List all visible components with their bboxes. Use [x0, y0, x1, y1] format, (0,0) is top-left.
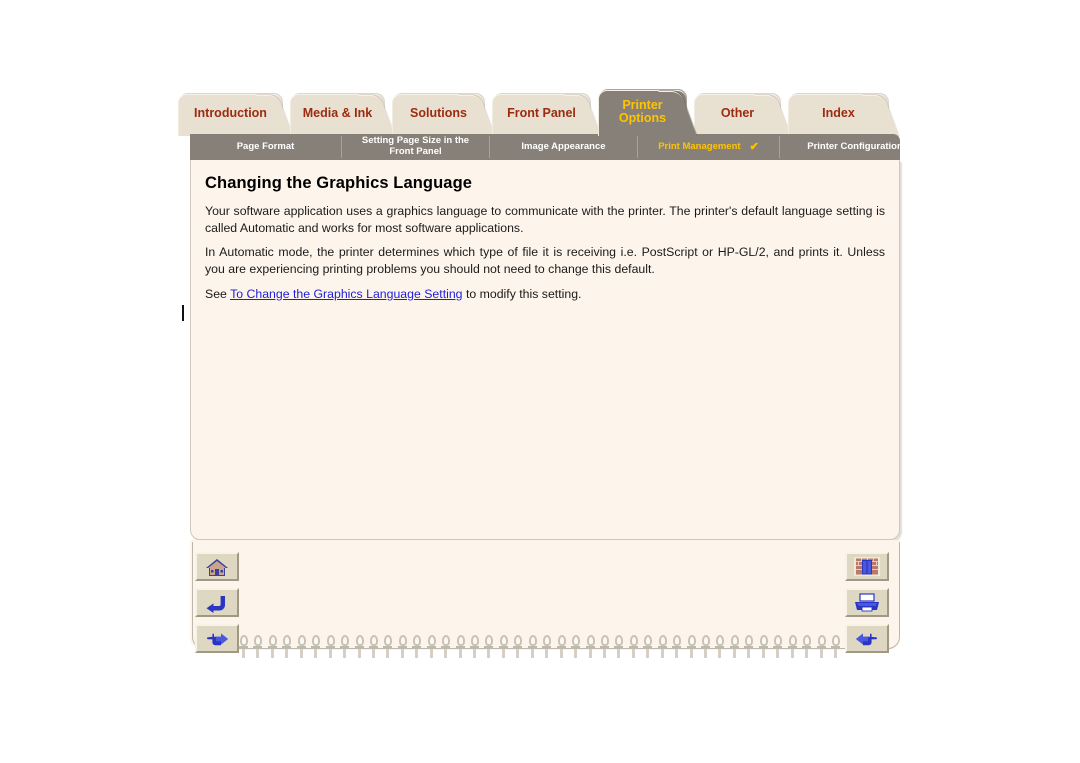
see-suffix-text: to modify this setting.: [462, 286, 582, 301]
content-sheet: Changing the Graphics Language Your soft…: [181, 160, 900, 540]
sub-tab-bar: Page Format Setting Page Size in the Fro…: [190, 134, 903, 160]
spiral-ring: [325, 635, 335, 659]
spiral-ring: [729, 635, 739, 659]
previous-hand-icon: [204, 630, 230, 648]
spiral-ring: [470, 635, 479, 659]
spiral-ring: [368, 635, 378, 659]
tab-printer-options-label-line2: Options: [618, 111, 667, 126]
spiral-ring: [599, 635, 609, 659]
spiral-ring: [426, 635, 436, 659]
home-button[interactable]: [195, 552, 239, 581]
spiral-ring: [672, 635, 682, 659]
subtab-setting-page-size-label-line2: Front Panel: [389, 146, 442, 157]
page-title: Changing the Graphics Language: [205, 174, 473, 192]
spiral-ring: [397, 635, 407, 659]
tab-solutions-label: Solutions: [410, 106, 467, 120]
subtab-printer-configuration-label: Printer Configuration: [807, 140, 903, 152]
user-guide-window: Introduction Media & Ink Solutions Front…: [178, 90, 912, 675]
tab-media-ink-label: Media & Ink: [302, 106, 373, 120]
tab-index[interactable]: Index: [788, 94, 888, 136]
next-hand-icon: [854, 630, 880, 648]
tab-other-label: Other: [720, 106, 755, 120]
spiral-ring: [311, 635, 321, 659]
spiral-ring: [455, 635, 465, 659]
print-button[interactable]: [845, 588, 889, 617]
subtab-page-format[interactable]: Page Format: [190, 136, 342, 158]
exit-button[interactable]: [845, 552, 889, 581]
see-prefix-text: See: [205, 286, 231, 301]
spiral-ring: [556, 635, 566, 659]
printer-icon: [853, 592, 881, 613]
content-paragraph-2: In Automatic mode, the printer determine…: [205, 245, 885, 277]
tab-introduction[interactable]: Introduction: [178, 94, 282, 136]
main-tab-bar: Introduction Media & Ink Solutions Front…: [178, 90, 912, 136]
page-lower-area: [190, 540, 900, 650]
spiral-binding: [239, 635, 840, 661]
graphics-language-setting-link[interactable]: To Change the Graphics Language Setting: [230, 287, 462, 301]
spiral-ring: [571, 635, 581, 659]
spiral-ring: [715, 635, 725, 659]
spiral-ring: [628, 635, 638, 659]
spiral-ring: [498, 635, 508, 659]
subtab-page-format-label: Page Format: [236, 140, 295, 152]
spiral-ring: [787, 635, 797, 659]
subtab-print-management[interactable]: Print Management ✔: [638, 136, 780, 158]
tab-introduction-label: Introduction: [194, 106, 267, 120]
spiral-ring: [412, 635, 422, 659]
spiral-ring: [614, 635, 624, 659]
spiral-ring: [513, 635, 523, 659]
next-page-button[interactable]: [845, 624, 889, 653]
revision-change-bar: [181, 304, 185, 322]
subtab-print-management-label: Print Management: [658, 140, 741, 152]
spiral-ring: [296, 635, 306, 659]
spiral-ring: [758, 635, 768, 659]
spiral-ring: [744, 635, 754, 659]
spiral-ring: [816, 635, 826, 659]
spiral-ring: [340, 635, 350, 659]
spiral-ring: [830, 635, 840, 659]
previous-page-button[interactable]: [195, 624, 239, 653]
tab-media-ink[interactable]: Media & Ink: [290, 94, 384, 136]
spiral-ring: [383, 635, 393, 659]
tab-solutions[interactable]: Solutions: [392, 94, 484, 136]
spiral-ring: [701, 635, 710, 659]
subtab-printer-configuration[interactable]: Printer Configuration: [780, 136, 930, 158]
spiral-ring: [542, 635, 552, 659]
spiral-ring: [527, 635, 537, 659]
subtab-image-appearance-label: Image Appearance: [521, 140, 606, 152]
spiral-ring: [253, 635, 263, 659]
spiral-ring: [484, 635, 494, 659]
content-paragraph-3: See To Change the Graphics Language Sett…: [205, 286, 885, 303]
tab-printer-options-label-line1: Printer: [622, 98, 663, 112]
spiral-ring: [267, 635, 277, 659]
spiral-ring: [773, 635, 783, 659]
spiral-ring: [282, 635, 292, 659]
tab-printer-options[interactable]: Printer Options: [598, 90, 686, 136]
tab-front-panel-label: Front Panel: [507, 106, 576, 120]
spiral-ring: [802, 635, 812, 659]
content-paragraph-1: Your software application uses a graphic…: [205, 204, 885, 235]
exit-door-icon: [853, 556, 881, 577]
check-icon: ✔: [749, 140, 759, 153]
spiral-ring: [239, 635, 248, 659]
spiral-ring: [441, 635, 451, 659]
tab-front-panel[interactable]: Front Panel: [492, 94, 590, 136]
spiral-ring: [643, 635, 653, 659]
home-icon: [204, 557, 230, 577]
subtab-image-appearance[interactable]: Image Appearance: [490, 136, 638, 158]
tab-index-label: Index: [822, 106, 855, 120]
spiral-ring: [354, 635, 364, 659]
subtab-setting-page-size[interactable]: Setting Page Size in the Front Panel: [342, 135, 490, 158]
back-arrow-icon: [204, 593, 230, 613]
back-button[interactable]: [195, 588, 239, 617]
spiral-ring: [585, 635, 595, 659]
spiral-ring: [657, 635, 667, 659]
spiral-ring: [686, 635, 696, 659]
tab-other[interactable]: Other: [694, 94, 780, 136]
